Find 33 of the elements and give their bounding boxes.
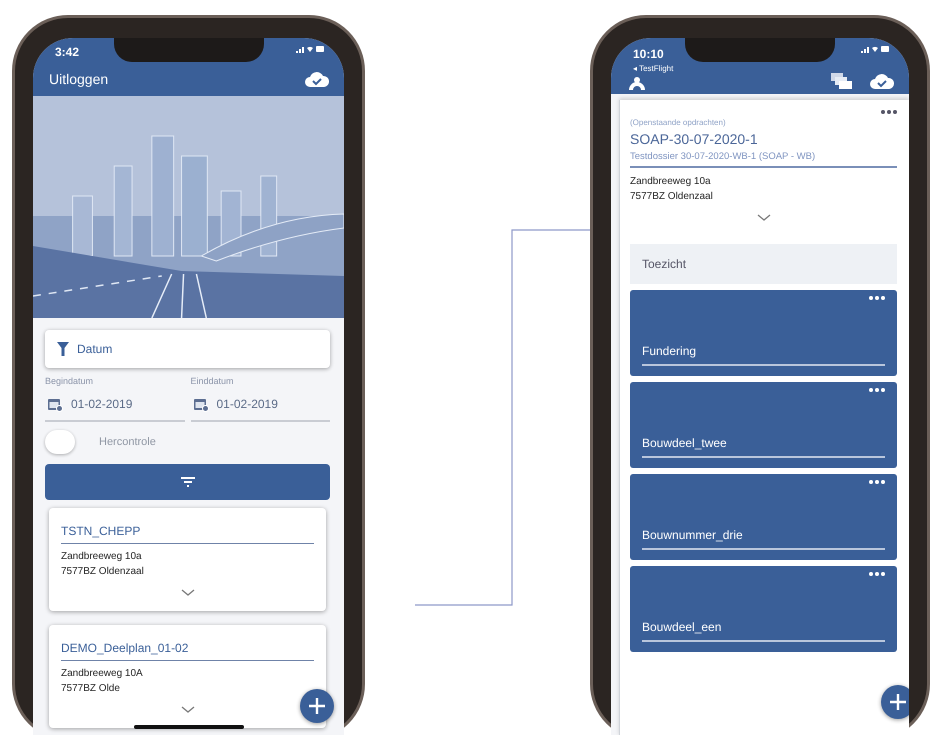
card-title: TSTN_CHEPP bbox=[61, 524, 314, 544]
logout-link[interactable]: Uitloggen bbox=[49, 71, 108, 87]
card-title: DEMO_Deelplan_01-02 bbox=[61, 641, 314, 661]
project-card[interactable]: TSTN_CHEPP Zandbreeweg 10a 7577BZ Oldenzaal bbox=[49, 508, 326, 611]
status-time: 3:42 bbox=[55, 45, 80, 59]
date-label: Einddatum bbox=[190, 376, 235, 386]
building-part-item[interactable]: Bouwdeel_een bbox=[630, 566, 897, 652]
card-address: Zandbreeweg 10A bbox=[61, 668, 144, 679]
building-part-item[interactable]: Bouwnummer_drie bbox=[630, 474, 897, 560]
section-title: Toezicht bbox=[642, 257, 686, 271]
card-address: Zandbreeweg 10a bbox=[61, 551, 143, 562]
date-field[interactable]: 01-02-2019 bbox=[190, 392, 330, 422]
status-label: (Openstaande opdrachten) bbox=[630, 118, 727, 127]
card-city: 7577BZ Olde bbox=[61, 683, 121, 694]
dossier-name: Testdossier 30-07-2020-WB-1 (SOAP - WB) bbox=[630, 151, 897, 168]
date-label: Begindatum bbox=[45, 376, 94, 386]
item-name: Fundering bbox=[642, 344, 885, 366]
item-name: Bouwdeel_twee bbox=[642, 436, 885, 458]
item-name: Bouwnummer_drie bbox=[642, 528, 885, 550]
assignment-title: SOAP-30-07-2020-1 bbox=[630, 131, 759, 147]
address: Zandbreeweg 10a bbox=[630, 176, 712, 187]
toggle-label: Hercontrole bbox=[99, 436, 156, 448]
building-part-item[interactable]: Bouwdeel_twee bbox=[630, 382, 897, 468]
date-field[interactable]: 01-02-2019 bbox=[45, 392, 184, 422]
card-city: 7577BZ Oldenzaal bbox=[61, 566, 145, 577]
building-part-item[interactable]: Fundering bbox=[630, 290, 897, 376]
filter-field[interactable]: Datum bbox=[45, 330, 330, 368]
status-time: 10:10 bbox=[633, 47, 664, 61]
back-link[interactable]: ◂ TestFlight bbox=[633, 64, 674, 73]
project-card[interactable]: DEMO_Deelplan_01-02 Zandbreeweg 10A 7577BZ Olde bbox=[49, 625, 326, 728]
city: 7577BZ Oldenzaal bbox=[630, 191, 714, 202]
item-name: Bouwdeel_een bbox=[642, 620, 885, 642]
filter-label: Datum bbox=[77, 342, 112, 356]
